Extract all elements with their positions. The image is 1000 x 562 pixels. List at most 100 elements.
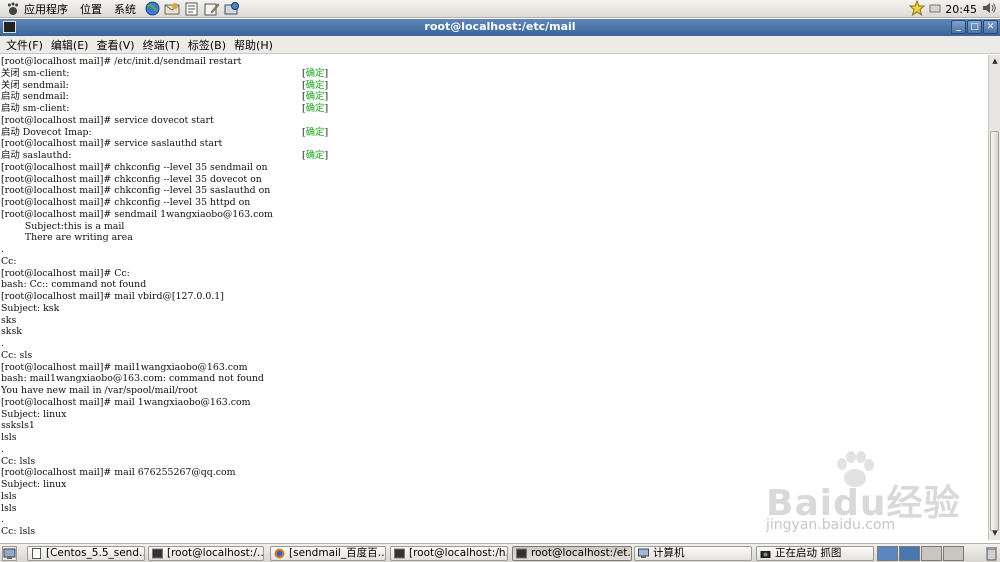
scroll-down-arrow-icon[interactable]: ▼ [990,528,1000,539]
terminal-line: You have new mail in /var/spool/mail/roo… [1,385,198,396]
clock[interactable]: 20:45 [945,3,977,16]
status-ok: [确定] [302,91,329,103]
edit-icon[interactable] [203,1,221,17]
menu-file[interactable]: 文件(F) [4,37,49,53]
terminal-line: [root@localhost mail]# chkconfig --level… [1,185,271,197]
taskbar-button[interactable]: 计算机 [634,546,752,561]
taskbar-button[interactable]: [Centos_5.5_send… [27,546,145,561]
menu-view[interactable]: 查看(V) [94,37,140,53]
terminal-line: bash: Cc:: command not found [1,279,147,291]
system-menu-label: 系统 [114,2,136,16]
terminal-output[interactable]: [root@localhost mail]# /etc/init.d/sendm… [0,55,988,540]
terminal-line: . [1,514,4,526]
status-ok-text: 确定 [305,67,325,79]
scrollbar-thumb[interactable] [990,131,999,531]
terminal-line: bash: mail1wangxiaobo@163.com: command n… [1,373,264,385]
mail-icon[interactable] [163,1,181,17]
status-ok: [确定] [302,150,329,161]
taskbar-button[interactable]: [sendmail_百度百… [270,546,386,561]
taskbar-button[interactable]: 正在启动 抓图 [756,546,874,561]
terminal-line: Subject:this is a mail [1,220,125,232]
terminal-line: sksk [1,326,22,338]
status-ok-text: 确定 [305,91,325,103]
terminal-line: Subject: ksk [1,302,60,314]
volume-icon[interactable] [981,1,997,18]
terminal-line: . [1,338,4,349]
menu-tabs[interactable]: 标签(B) [186,37,232,53]
menu-edit[interactable]: 编辑(E) [49,37,95,53]
taskbar-button-label: 正在启动 抓图 [775,547,842,559]
taskbar-button-label: [Centos_5.5_send… [46,547,145,559]
status-ok-text: 确定 [305,103,325,114]
terminal-line: [root@localhost mail]# chkconfig --level… [1,197,251,208]
minimize-button[interactable]: _ [951,20,966,34]
terminal-line: There are writing area [1,232,133,244]
firefox-icon [274,548,285,559]
workspace-3[interactable] [921,546,942,561]
taskbar-button[interactable]: [root@localhost:/… [148,546,264,561]
terminal-line: [root@localhost mail]# mail 1wangxiaobo@… [1,396,251,408]
scroll-up-arrow-icon[interactable]: ▲ [990,56,1000,67]
notification-star-icon[interactable] [908,0,926,19]
window-titlebar[interactable]: root@localhost:/etc/mail _ □ ✕ [0,19,1000,36]
terminal-line: 关闭 sendmail: [1,79,69,91]
system-menu[interactable]: 系统 [108,0,142,18]
workspace-1[interactable] [877,546,898,561]
gnome-foot-icon [6,1,20,16]
workspace-2[interactable] [899,546,920,561]
terminal-line: . [1,244,4,255]
menu-help[interactable]: 帮助(H) [232,37,279,53]
terminal-icon [394,548,405,559]
applications-menu[interactable]: 应用程序 [0,0,74,18]
notes-icon[interactable] [183,1,201,17]
taskbar-button[interactable]: root@localhost:/et… [512,546,632,561]
terminal-line: 启动 saslauthd: [1,150,72,161]
bottom-taskbar: [Centos_5.5_send… [root@localhost:/… [send… [0,543,1000,562]
update-icon[interactable] [223,1,241,17]
taskbar-button-label: 计算机 [653,547,685,559]
globe-icon[interactable] [143,1,161,17]
terminal-line: [root@localhost mail]# chkconfig --level… [1,161,268,173]
show-desktop-button[interactable] [2,546,17,561]
terminal-line: [root@localhost mail]# mail vbird@[127.0… [1,291,224,302]
close-button[interactable]: ✕ [983,20,998,34]
computer-icon [638,548,649,559]
terminal-line: sks [1,314,17,326]
network-icon[interactable] [929,3,941,16]
places-menu-label: 位置 [80,2,102,16]
taskbar-button-label: [sendmail_百度百… [289,547,386,559]
taskbar-button-label: root@localhost:/et… [531,547,632,559]
terminal-line: . [1,443,4,455]
trash-icon[interactable] [985,546,998,561]
camera-icon [760,548,771,559]
panel-tray: 20:45 [908,0,1000,19]
status-ok: [确定] [302,126,329,138]
taskbar-button[interactable]: [root@localhost:/h… [390,546,508,561]
top-panel: 应用程序 位置 系统 20:45 [0,0,1000,18]
terminal-line: [root@localhost mail]# mail1wangxiaobo@1… [1,361,248,373]
status-ok: [确定] [302,103,329,114]
window-title: root@localhost:/etc/mail [424,20,576,33]
terminal-line: lsls [1,432,17,443]
terminal-line: lsls [1,502,17,514]
document-icon [31,548,42,559]
terminal-line: [root@localhost mail]# service dovecot s… [1,114,214,126]
terminal-line: [root@localhost mail]# /etc/init.d/sendm… [1,56,242,67]
applications-menu-label: 应用程序 [24,2,68,16]
terminal-line: 启动 sm-client: [1,103,70,114]
menu-terminal[interactable]: 终端(T) [141,37,186,53]
workspace-4[interactable] [943,546,964,561]
terminal-line: Cc: lsls [1,455,36,467]
maximize-button[interactable]: □ [967,20,982,34]
terminal-line: [root@localhost mail]# service saslauthd… [1,138,223,150]
terminal-line: Subject: linux [1,479,67,490]
terminal-line: [root@localhost mail]# mail 676255267@qq… [1,467,236,479]
status-ok: [确定] [302,79,329,91]
status-ok: [确定] [302,67,329,79]
terminal-line: Subject: linux [1,408,67,420]
terminal-scrollbar[interactable]: ▲ ▼ [988,55,1000,540]
terminal-line: lsls [1,490,17,502]
taskbar-button-label: [root@localhost:/… [167,547,264,559]
places-menu[interactable]: 位置 [74,0,108,18]
terminal-line: 关闭 sm-client: [1,67,70,79]
